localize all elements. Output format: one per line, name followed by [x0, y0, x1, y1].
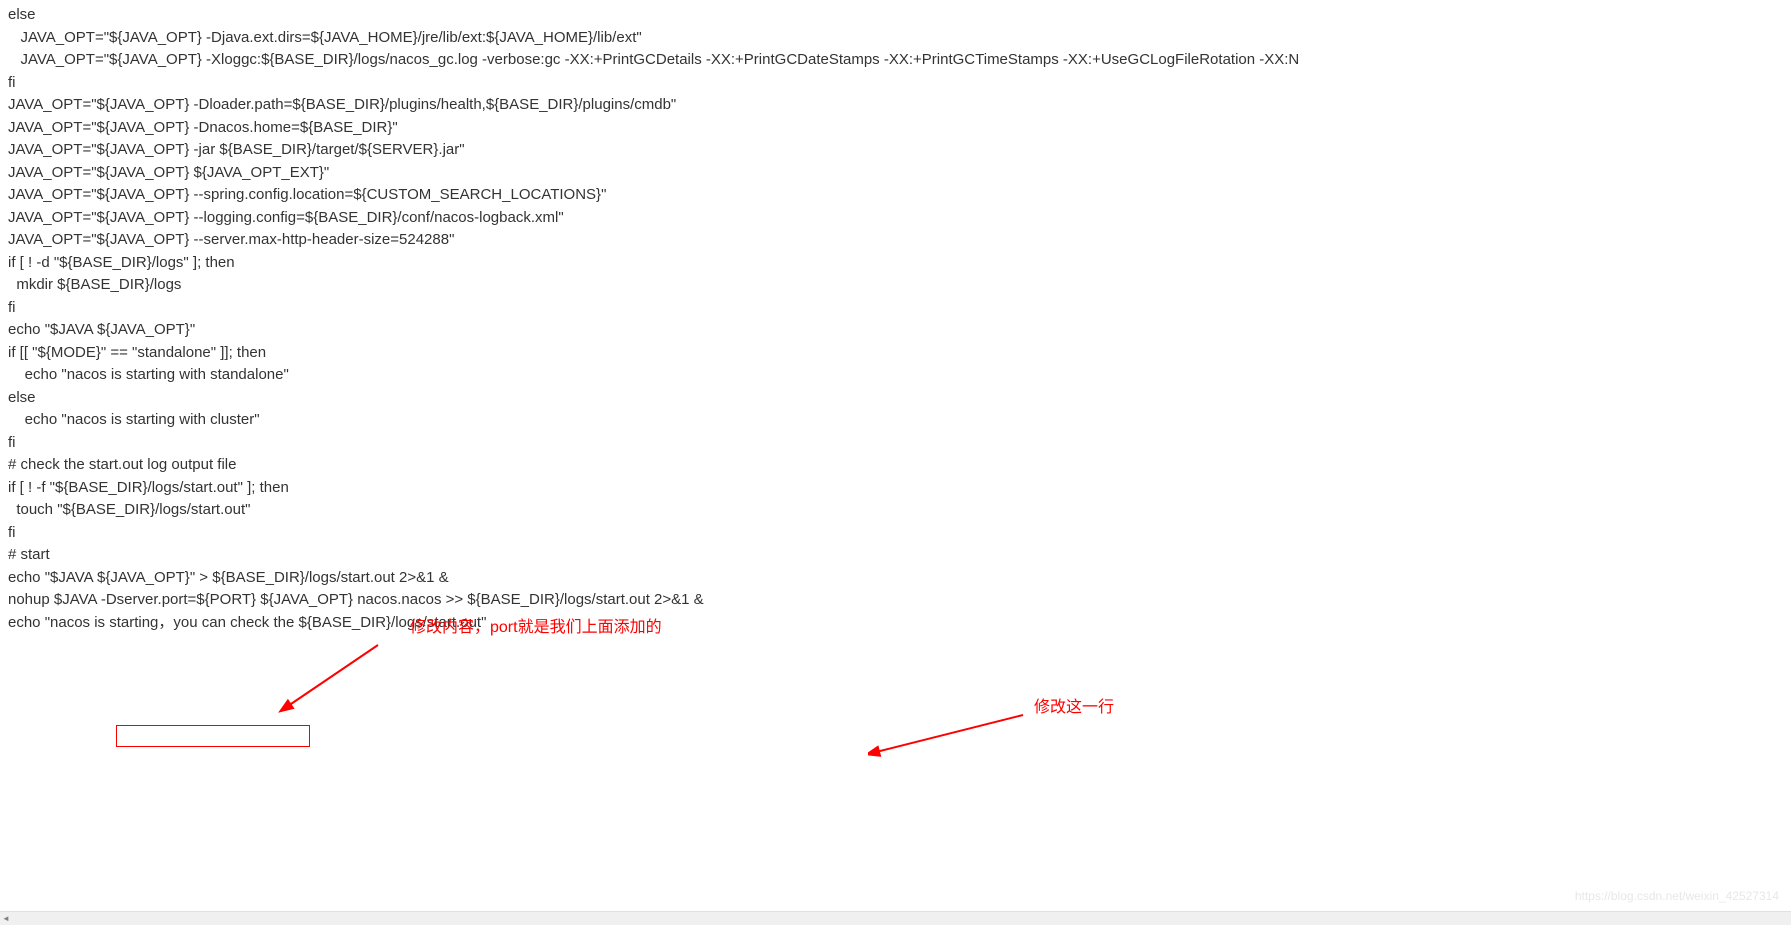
code-block: else JAVA_OPT="${JAVA_OPT} -Djava.ext.di…: [0, 0, 1791, 638]
code-line: touch "${BASE_DIR}/logs/start.out": [8, 499, 1783, 522]
code-line: # check the start.out log output file: [8, 454, 1783, 477]
code-line: JAVA_OPT="${JAVA_OPT} -jar ${BASE_DIR}/t…: [8, 139, 1783, 162]
code-line: fi: [8, 432, 1783, 455]
code-line: fi: [8, 522, 1783, 545]
watermark-text: https://blog.csdn.net/weixin_42527314: [1575, 887, 1779, 905]
code-line: JAVA_OPT="${JAVA_OPT} -Dnacos.home=${BAS…: [8, 117, 1783, 140]
code-line: else: [8, 387, 1783, 410]
annotation-modify-line: 修改这一行: [1034, 696, 1114, 720]
code-line: JAVA_OPT="${JAVA_OPT} --spring.config.lo…: [8, 184, 1783, 207]
code-line: echo "nacos is starting with standalone": [8, 364, 1783, 387]
code-line: mkdir ${BASE_DIR}/logs: [8, 274, 1783, 297]
code-line: echo "$JAVA ${JAVA_OPT}" > ${BASE_DIR}/l…: [8, 567, 1783, 590]
code-line: echo "nacos is starting，you can check th…: [8, 612, 1783, 635]
code-line: echo "$JAVA ${JAVA_OPT}": [8, 319, 1783, 342]
code-line: JAVA_OPT="${JAVA_OPT} -Djava.ext.dirs=${…: [8, 27, 1783, 50]
code-line: JAVA_OPT="${JAVA_OPT} --server.max-http-…: [8, 229, 1783, 252]
scroll-left-icon[interactable]: ◄: [2, 914, 12, 924]
horizontal-scrollbar[interactable]: ◄: [0, 911, 1791, 925]
code-line: # start: [8, 544, 1783, 567]
code-line: else: [8, 4, 1783, 27]
code-line: echo "nacos is starting with cluster": [8, 409, 1783, 432]
code-line: fi: [8, 297, 1783, 320]
code-line: fi: [8, 72, 1783, 95]
highlight-box: [116, 725, 310, 747]
code-line: if [ ! -d "${BASE_DIR}/logs" ]; then: [8, 252, 1783, 275]
arrow-icon: [868, 710, 1028, 760]
annotation-modify-content: 修改内容，port就是我们上面添加的: [410, 616, 662, 640]
code-line: JAVA_OPT="${JAVA_OPT} ${JAVA_OPT_EXT}": [8, 162, 1783, 185]
code-line: JAVA_OPT="${JAVA_OPT} -Dloader.path=${BA…: [8, 94, 1783, 117]
code-line: JAVA_OPT="${JAVA_OPT} --logging.config=$…: [8, 207, 1783, 230]
code-line: nohup $JAVA -Dserver.port=${PORT} ${JAVA…: [8, 589, 1783, 612]
code-line: JAVA_OPT="${JAVA_OPT} -Xloggc:${BASE_DIR…: [8, 49, 1783, 72]
code-line: if [[ "${MODE}" == "standalone" ]]; then: [8, 342, 1783, 365]
code-line: if [ ! -f "${BASE_DIR}/logs/start.out" ]…: [8, 477, 1783, 500]
arrow-icon: [278, 640, 388, 714]
